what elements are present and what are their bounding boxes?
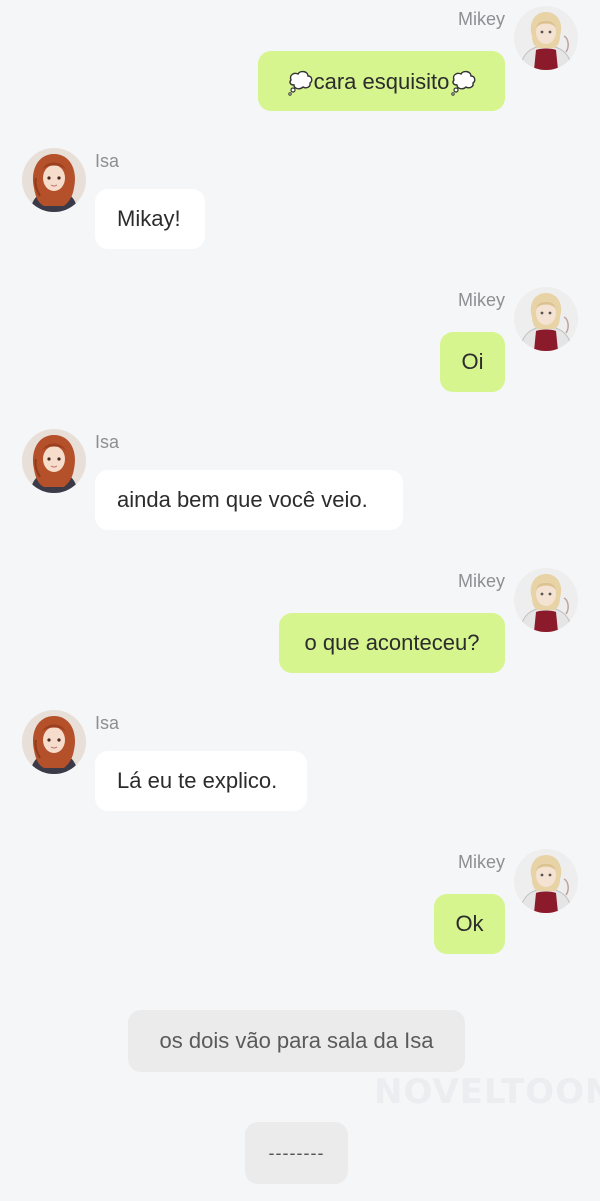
message-bubble: Lá eu te explico. [95,751,307,811]
separator-bubble: -------- [245,1122,348,1184]
narration-bubble: os dois vão para sala da Isa [128,1010,465,1072]
speaker-name-mikey: Mikey [457,290,505,310]
speaker-name-mikey: Mikey [457,852,505,872]
message-bubble: o que aconteceu? [279,613,505,673]
speaker-name-isa: Isa [95,432,120,452]
message-text: cara esquisito [313,69,450,95]
mikey-avatar-icon[interactable] [514,6,578,70]
noveltoon-watermark: NOVELTOON [374,1072,600,1112]
message-bubble: Mikay! [95,189,205,249]
mikey-avatar-icon[interactable] [514,849,578,913]
mikey-avatar-icon[interactable] [514,568,578,632]
thought-bubble-icon [286,68,314,96]
isa-avatar-icon[interactable] [22,429,86,493]
mikey-avatar-icon[interactable] [514,287,578,351]
isa-avatar-icon[interactable] [22,710,86,774]
speaker-name-isa: Isa [95,713,120,733]
speaker-name-mikey: Mikey [457,571,505,591]
message-bubble: Oi [440,332,505,392]
speaker-name-mikey: Mikey [457,9,505,29]
thought-bubble-icon [449,68,477,96]
message-bubble: Ok [434,894,505,954]
speaker-name-isa: Isa [95,151,120,171]
isa-avatar-icon[interactable] [22,148,86,212]
message-bubble: ainda bem que você veio. [95,470,403,530]
message-bubble: cara esquisito [258,51,505,111]
